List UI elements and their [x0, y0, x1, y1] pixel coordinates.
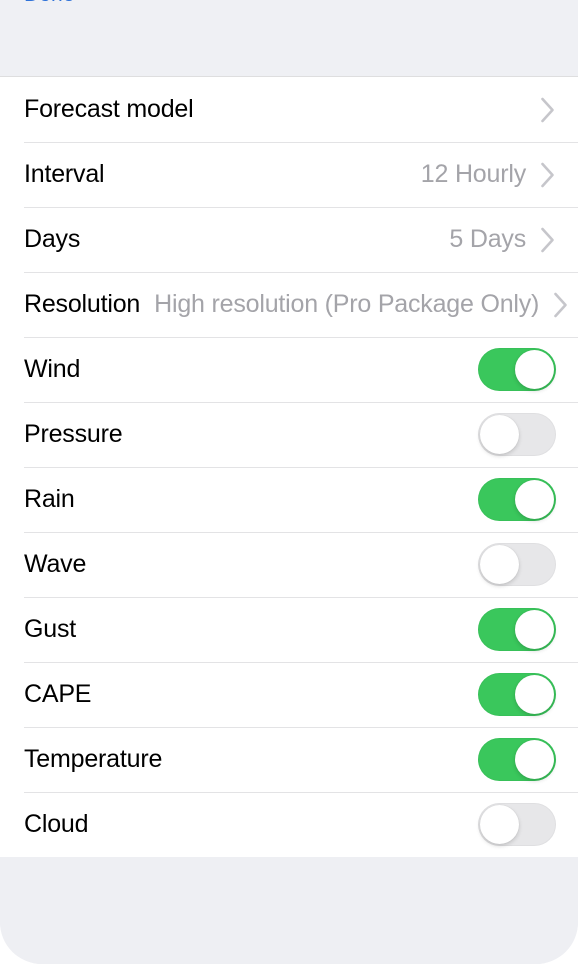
row-label: Resolution [24, 290, 141, 318]
sheet-top-bar: Done [0, 0, 578, 77]
settings-row-cloud[interactable]: Cloud [0, 792, 578, 857]
settings-row-cape[interactable]: CAPE [0, 662, 578, 727]
settings-row-wind[interactable]: Wind [0, 337, 578, 402]
toggle-switch-icon[interactable] [478, 673, 556, 716]
settings-row-interval[interactable]: Interval 12 Hourly [0, 142, 578, 207]
row-label: CAPE [24, 680, 92, 708]
row-label: Forecast model [24, 95, 194, 123]
row-value: 12 Hourly [420, 160, 526, 188]
settings-sheet: Done Forecast model Interval 12 Hourly Days… [0, 0, 578, 964]
toggle-switch-icon[interactable] [478, 348, 556, 391]
toggle-knob [515, 675, 554, 714]
row-label: Rain [24, 485, 75, 513]
toggle-switch-icon[interactable] [478, 478, 556, 521]
toggle-switch-icon[interactable] [478, 803, 556, 846]
settings-list: Forecast model Interval 12 Hourly Days 5 Day… [0, 77, 578, 857]
toggle-knob [515, 610, 554, 649]
row-label: Cloud [24, 810, 89, 838]
row-label: Temperature [24, 745, 163, 773]
toggle-switch-icon[interactable] [478, 543, 556, 586]
settings-row-days[interactable]: Days 5 Days [0, 207, 578, 272]
settings-row-wave[interactable]: Wave [0, 532, 578, 597]
settings-row-gust[interactable]: Gust [0, 597, 578, 662]
toggle-knob [480, 805, 519, 844]
row-value: High resolution (Pro Package Only) [154, 290, 540, 318]
chevron-right-icon [540, 162, 556, 188]
sheet-footer-area [0, 857, 578, 964]
toggle-knob [515, 740, 554, 779]
toggle-switch-icon[interactable] [478, 738, 556, 781]
sheet-done-button[interactable]: Done [24, 0, 75, 5]
settings-row-resolution[interactable]: Resolution High resolution (Pro Package O… [0, 272, 578, 337]
settings-row-pressure[interactable]: Pressure [0, 402, 578, 467]
settings-row-forecast-model[interactable]: Forecast model [0, 77, 578, 142]
row-label: Wave [24, 550, 87, 578]
settings-row-rain[interactable]: Rain [0, 467, 578, 532]
toggle-switch-icon[interactable] [478, 608, 556, 651]
toggle-switch-icon[interactable] [478, 413, 556, 456]
row-label: Interval [24, 160, 105, 188]
chevron-right-icon [540, 97, 556, 123]
row-value: 5 Days [449, 225, 526, 253]
chevron-right-icon [540, 227, 556, 253]
toggle-knob [515, 350, 554, 389]
toggle-knob [515, 480, 554, 519]
row-label: Wind [24, 355, 81, 383]
row-label: Gust [24, 615, 76, 643]
toggle-knob [480, 545, 519, 584]
chevron-right-icon [553, 292, 569, 318]
row-label: Pressure [24, 420, 123, 448]
settings-row-temperature[interactable]: Temperature [0, 727, 578, 792]
row-label: Days [24, 225, 81, 253]
toggle-knob [480, 415, 519, 454]
